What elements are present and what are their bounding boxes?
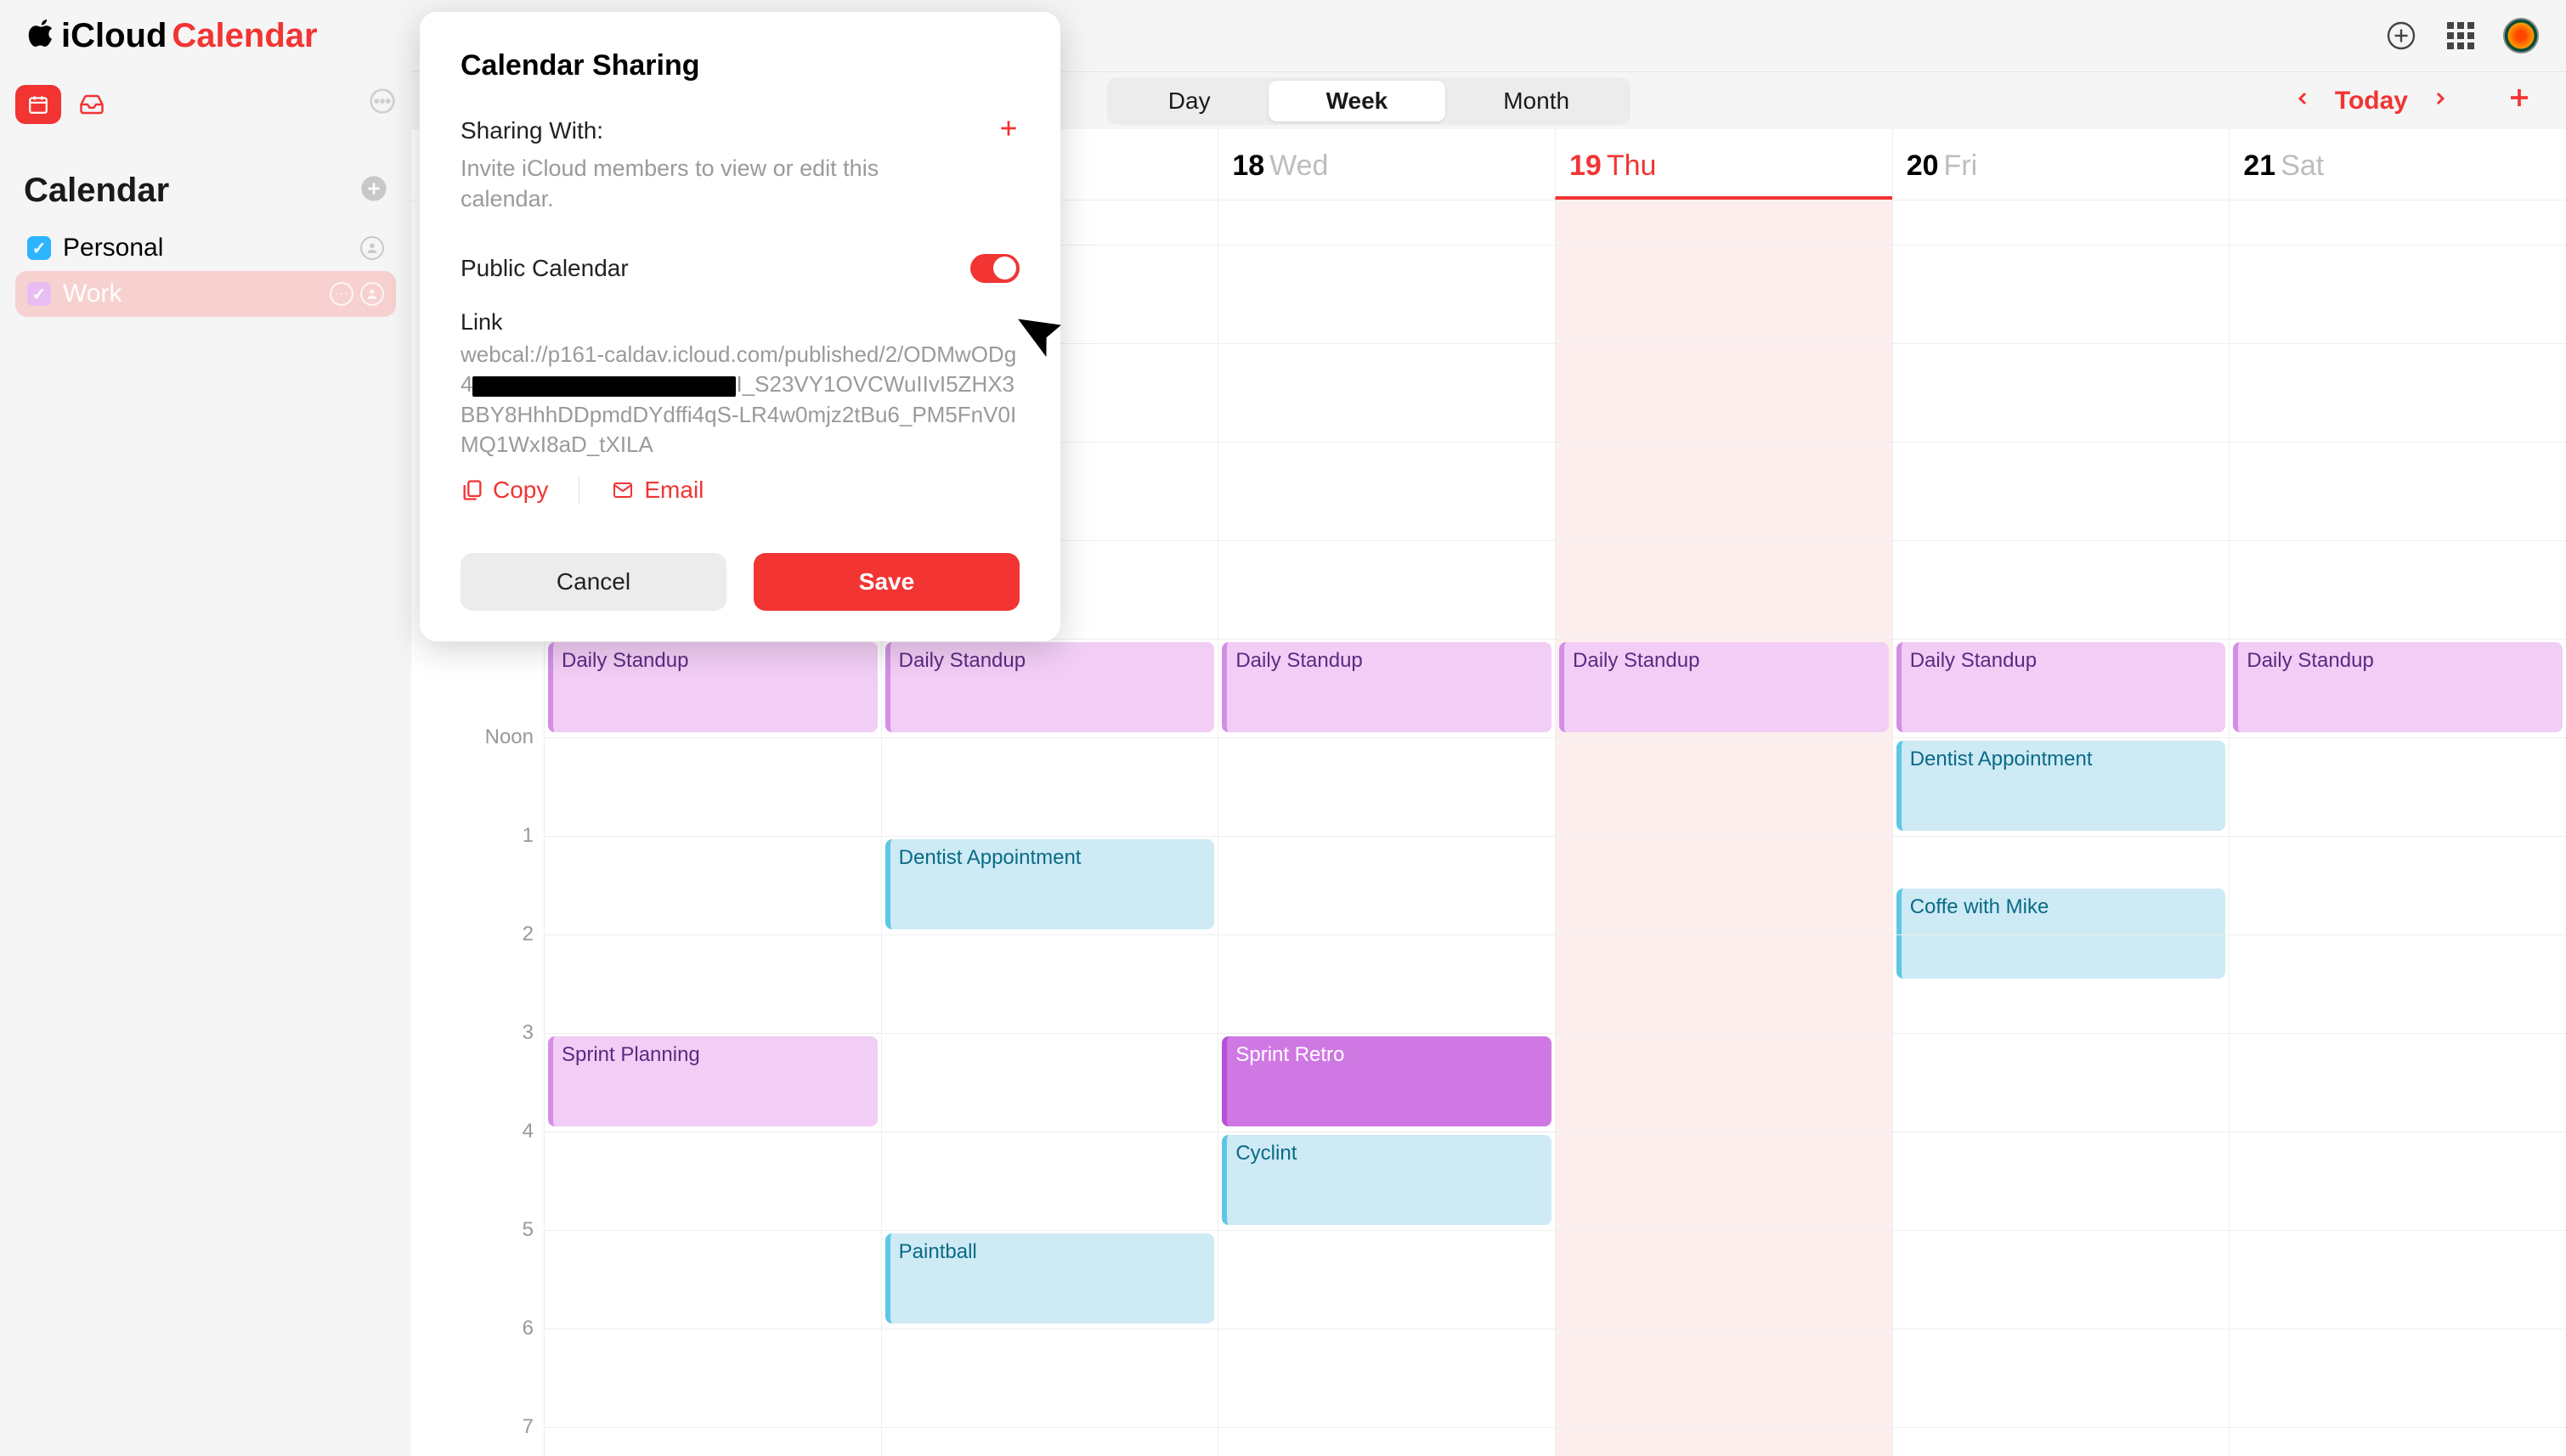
seg-day[interactable]: Day [1111, 81, 1269, 121]
hour-label: 3 [523, 1021, 534, 1045]
share-person-icon[interactable] [360, 282, 384, 306]
hour-label: 1 [523, 824, 534, 848]
email-label: Email [644, 477, 704, 504]
hour-label: 6 [523, 1317, 534, 1340]
add-person-button[interactable] [998, 115, 1020, 146]
share-person-icon[interactable] [360, 236, 384, 260]
next-week-button[interactable] [2430, 87, 2450, 116]
hour-label: 4 [523, 1120, 534, 1143]
topbar-right [2384, 18, 2539, 54]
calendar-event[interactable]: Paintball [885, 1233, 1215, 1323]
popover-title: Calendar Sharing [461, 49, 1020, 82]
apple-logo-icon [27, 17, 56, 55]
calendar-event[interactable]: Daily Standup [885, 642, 1215, 732]
sidebar-item-label: Work [63, 279, 122, 308]
top-bar: iCloud Calendar [0, 0, 2566, 71]
sidebar-more-icon[interactable] [369, 87, 396, 121]
sidebar-item-label: Personal [63, 234, 163, 262]
share-link-block: Link webcal://p161-caldav.icloud.com/pub… [461, 307, 1020, 460]
link-label: Link [461, 307, 1020, 337]
sidebar-item-personal[interactable]: ✓ Personal [15, 225, 396, 271]
brand-icloud-label: iCloud [61, 17, 167, 55]
seg-month[interactable]: Month [1445, 81, 1627, 121]
day-header-wed[interactable]: 18Wed [1218, 129, 1555, 200]
add-calendar-button[interactable] [360, 175, 387, 206]
sidebar: Calendar ✓ Personal ✓ Work ⋯ [0, 71, 411, 1456]
calendar-event[interactable]: Daily Standup [1222, 642, 1551, 732]
calendar-event[interactable]: Coffe with Mike [1896, 889, 2226, 979]
brand: iCloud Calendar [27, 17, 318, 55]
day-header-thu-today[interactable]: 19Thu [1555, 129, 1892, 200]
sidebar-heading-row: Calendar [15, 141, 396, 225]
day-lane-sat[interactable]: Daily Standup [2229, 200, 2566, 1456]
sharing-desc: Invite iCloud members to view or edit th… [461, 153, 902, 215]
checkbox-icon[interactable]: ✓ [27, 282, 51, 306]
calendar-event[interactable]: Cyclint [1222, 1135, 1551, 1225]
hour-label: Noon [485, 725, 534, 749]
hour-label: 5 [523, 1218, 534, 1242]
add-event-button[interactable] [2507, 85, 2532, 117]
avatar[interactable] [2503, 18, 2539, 54]
day-lane-thu[interactable]: Daily Standup [1555, 200, 1892, 1456]
app-grid-icon[interactable] [2444, 19, 2478, 53]
sharing-with-label: Sharing With: [461, 117, 603, 144]
brand-calendar-label: Calendar [172, 17, 317, 55]
day-lane-wed[interactable]: Daily Standup Sprint RetroCyclint [1218, 200, 1555, 1456]
calendar-event[interactable]: Dentist Appointment [1896, 741, 2226, 831]
calendar-event[interactable]: Sprint Planning [548, 1036, 878, 1126]
calendar-event[interactable]: Daily Standup [2233, 642, 2563, 732]
calendar-sharing-popover: Calendar Sharing Sharing With: Invite iC… [420, 12, 1060, 641]
save-button[interactable]: Save [754, 553, 1020, 611]
calendar-event[interactable]: Sprint Retro [1222, 1036, 1551, 1126]
redacted-segment [472, 376, 736, 397]
sidebar-toolbar [15, 82, 396, 141]
public-calendar-label: Public Calendar [461, 255, 629, 282]
day-header-sat[interactable]: 21Sat [2229, 129, 2566, 200]
copy-label: Copy [493, 477, 548, 504]
checkbox-icon[interactable]: ✓ [27, 236, 51, 260]
calendar-event[interactable]: Daily Standup [1559, 642, 1889, 732]
copy-link-button[interactable]: Copy [461, 477, 548, 504]
email-link-button[interactable]: Email [610, 477, 704, 504]
seg-week[interactable]: Week [1269, 81, 1446, 121]
calendar-view-button[interactable] [15, 85, 61, 124]
calendar-event[interactable]: Daily Standup [1896, 642, 2226, 732]
add-circle-icon[interactable] [2384, 19, 2418, 53]
inbox-icon[interactable] [75, 87, 109, 121]
cancel-button[interactable]: Cancel [461, 553, 726, 611]
hour-label: 2 [523, 923, 534, 946]
public-calendar-toggle[interactable] [970, 254, 1020, 283]
prev-week-button[interactable] [2292, 87, 2313, 116]
today-button[interactable]: Today [2335, 87, 2408, 116]
day-lane-fri[interactable]: Daily StandupDentist Appointment Coffe wi… [1892, 200, 2230, 1456]
hour-label: 7 [523, 1415, 534, 1439]
calendar-event[interactable]: Daily Standup [548, 642, 878, 732]
more-horiz-icon[interactable]: ⋯ [330, 282, 353, 306]
view-segmented-control: Day Week Month [1107, 77, 1631, 125]
day-header-fri[interactable]: 20Fri [1892, 129, 2230, 200]
sidebar-heading: Calendar [24, 172, 169, 210]
calendar-event[interactable]: Dentist Appointment [885, 839, 1215, 929]
sidebar-item-work[interactable]: ✓ Work ⋯ [15, 271, 396, 317]
